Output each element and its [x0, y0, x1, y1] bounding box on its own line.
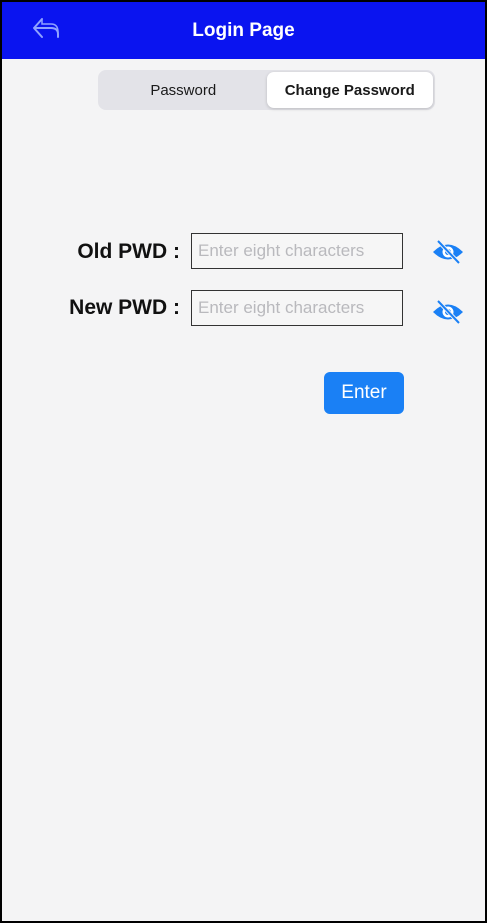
- new-pwd-visibility-toggle[interactable]: [430, 299, 466, 330]
- segmented-control: Password Change Password: [98, 70, 435, 110]
- eye-slash-icon: [431, 239, 465, 270]
- new-pwd-field[interactable]: [191, 290, 403, 326]
- new-pwd-label: New PWD :: [69, 296, 180, 319]
- app-screen: Login Page Password Change Password Old …: [0, 0, 487, 923]
- old-pwd-label: Old PWD :: [77, 240, 180, 263]
- navigation-bar: Login Page: [2, 2, 485, 59]
- tab-change-password[interactable]: Change Password: [266, 72, 433, 108]
- old-pwd-field[interactable]: [191, 233, 403, 269]
- enter-button[interactable]: Enter: [324, 372, 404, 414]
- tab-password[interactable]: Password: [100, 72, 267, 108]
- page-title: Login Page: [192, 20, 295, 41]
- old-pwd-visibility-toggle[interactable]: [430, 239, 466, 270]
- eye-slash-icon: [431, 299, 465, 330]
